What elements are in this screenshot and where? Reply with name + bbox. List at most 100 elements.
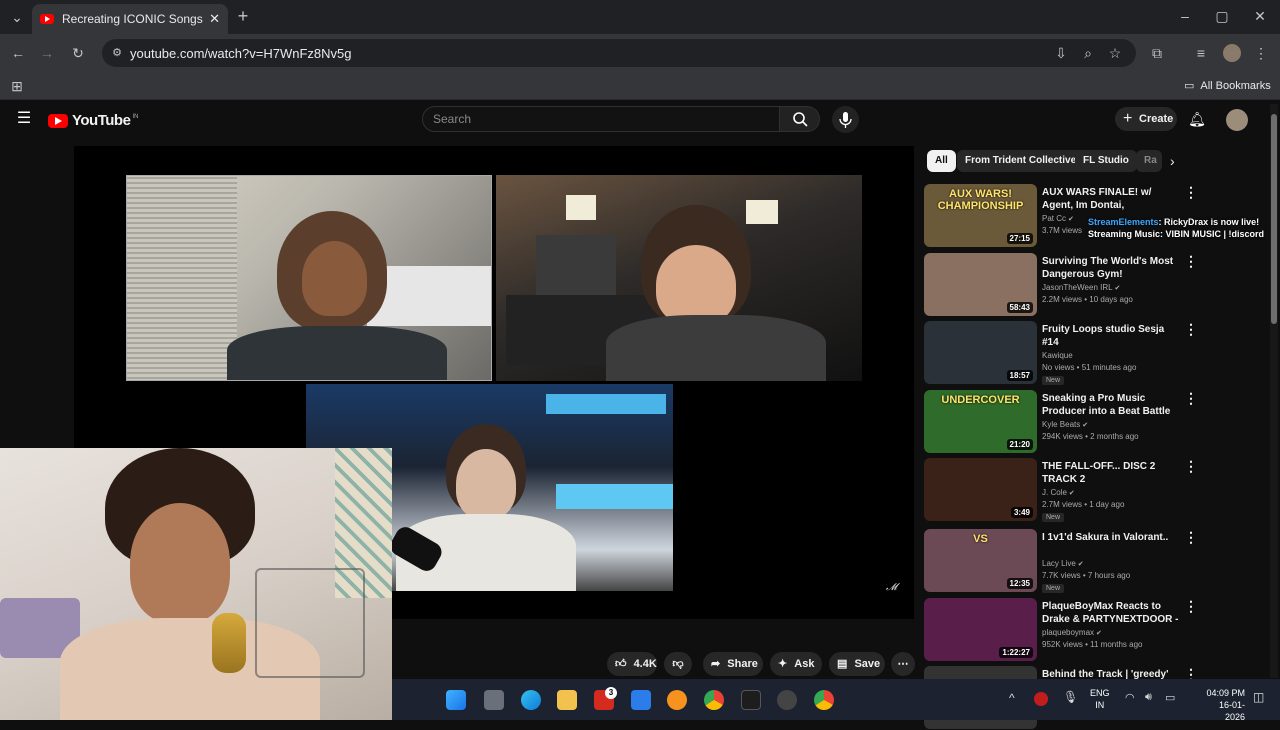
video-title[interactable]: PlaqueBoyMax Reacts to Drake & PARTYNEXT… [1042, 600, 1182, 627]
video-title[interactable]: Sneaking a Pro Music Producer into a Bea… [1042, 392, 1182, 419]
related-video-item[interactable]: 1:22:27 PlaqueBoyMax Reacts to Drake & PA… [924, 598, 1264, 662]
related-video-item[interactable]: 58:43 Surviving The World's Most Dangerou… [924, 253, 1264, 317]
tab-search-chevron-icon[interactable]: ⌄ [8, 9, 26, 25]
site-info-icon[interactable]: ⚙ [108, 45, 126, 61]
chip-from-trident-collective[interactable]: From Trident Collective [957, 150, 1085, 172]
window-close-icon[interactable]: ✕ [1251, 8, 1269, 24]
share-button[interactable]: ➦ Share [703, 652, 763, 676]
video-thumbnail[interactable]: UNDERCOVER 21:20 [924, 390, 1037, 453]
dislike-button[interactable]: 👎︎ [664, 652, 692, 676]
tray-microphone-icon[interactable]: 🎙︎ [1063, 690, 1078, 704]
chrome-profile-icon[interactable] [814, 690, 834, 710]
video-menu-icon[interactable]: ⋮ [1184, 253, 1198, 270]
video-duration: 3:49 [1010, 507, 1033, 518]
all-bookmarks-button[interactable]: ▭ All Bookmarks [1184, 79, 1271, 93]
chip-fl-studio[interactable]: FL Studio [1075, 150, 1137, 172]
account-avatar[interactable] [1226, 109, 1248, 131]
like-button[interactable]: 👍︎ 4.4K [607, 652, 657, 676]
video-thumbnail[interactable]: VS 12:35 [924, 529, 1037, 592]
clock[interactable]: 04:09 PM 16-01-2026 [1200, 687, 1245, 723]
video-channel[interactable]: plaqueboymax ✔ [1042, 628, 1102, 637]
video-thumbnail[interactable]: 18:57 [924, 321, 1037, 384]
video-title[interactable]: I 1v1'd Sakura in Valorant.. [1042, 531, 1182, 544]
task-view-icon[interactable] [484, 690, 504, 710]
video-channel[interactable]: Lacy Live ✔ [1042, 559, 1084, 568]
address-bar[interactable]: ⚙ youtube.com/watch?v=H7WnFz8Nv5g ⇩ ⌕ ☆ [102, 39, 1136, 67]
video-channel[interactable]: Kyle Beats ✔ [1042, 420, 1088, 429]
video-thumbnail[interactable]: 1:22:27 [924, 598, 1037, 661]
video-menu-icon[interactable]: ⋮ [1184, 598, 1198, 615]
minimize-icon[interactable]: – [1176, 8, 1194, 24]
video-title[interactable]: Fruity Loops studio Sesja #14 [1042, 323, 1182, 349]
thumbnail-text: AUX WARS! CHAMPIONSHIP [937, 188, 1024, 212]
windows-start-icon[interactable] [446, 690, 466, 710]
tray-app-icon[interactable] [1034, 692, 1048, 706]
video-menu-icon[interactable]: ⋮ [1184, 184, 1198, 201]
video-channel[interactable]: J. Cole ✔ [1042, 488, 1075, 497]
video-channel[interactable]: Kawique [1042, 351, 1073, 360]
video-menu-icon[interactable]: ⋮ [1184, 458, 1198, 475]
video-channel[interactable]: JasonTheWeen IRL ✔ [1042, 283, 1120, 292]
tab-close-icon[interactable]: ✕ [209, 11, 220, 27]
install-app-icon[interactable]: ⇩ [1052, 45, 1070, 61]
file-explorer-icon[interactable] [557, 690, 577, 710]
related-video-item[interactable]: 3:49 THE FALL-OFF... DISC 2 TRACK 2 J. Col… [924, 458, 1264, 522]
stream-overlay-line1: StreamElements: RickyDrax is now live! [1088, 217, 1259, 227]
notifications-bell-icon[interactable]: 🔔︎ [1188, 111, 1206, 127]
wifi-icon[interactable]: ◠ [1125, 691, 1135, 704]
back-icon[interactable]: ← [9, 45, 27, 61]
search-button[interactable] [780, 106, 820, 132]
video-thumbnail[interactable]: AUX WARS! CHAMPIONSHIP 27:15 [924, 184, 1037, 247]
app-icon[interactable] [741, 690, 761, 710]
video-thumbnail[interactable]: 58:43 [924, 253, 1037, 316]
bookmark-star-icon[interactable]: ☆ [1106, 45, 1124, 61]
hamburger-menu-icon[interactable]: ☰ [15, 111, 33, 127]
notification-center-icon[interactable]: ◫ [1253, 690, 1264, 704]
related-video-item[interactable]: 18:57 Fruity Loops studio Sesja #14 Kawiqu… [924, 321, 1264, 385]
tray-overflow-chevron-icon[interactable]: ^ [1009, 691, 1015, 705]
browser-tab[interactable]: Recreating ICONIC Songs With ✕ [32, 4, 228, 34]
chrome-icon[interactable] [704, 690, 724, 710]
search-input[interactable]: Search [422, 106, 780, 132]
video-meta: 294K views • 2 months ago [1042, 432, 1139, 441]
fl-studio-icon[interactable] [667, 690, 687, 710]
extensions-icon[interactable]: ⧉ [1148, 45, 1166, 61]
obs-icon[interactable] [777, 690, 797, 710]
video-menu-icon[interactable]: ⋮ [1184, 529, 1198, 546]
page-scrollbar-thumb[interactable] [1271, 114, 1277, 324]
volume-icon[interactable]: 🔊︎ [1145, 691, 1152, 704]
video-title[interactable]: Surviving The World's Most Dangerous Gym… [1042, 255, 1182, 281]
more-actions-button[interactable]: ⋯ [891, 652, 915, 676]
apps-grid-icon[interactable]: ⊞ [8, 78, 26, 94]
forward-icon[interactable]: → [38, 45, 56, 61]
related-video-item[interactable]: UNDERCOVER 21:20 Sneaking a Pro Music Prod… [924, 390, 1264, 454]
vscode-icon[interactable] [631, 690, 651, 710]
video-title[interactable]: AUX WARS FINALE! w/ Agent, Im Dontai, Pl… [1042, 186, 1182, 213]
zoom-icon[interactable]: ⌕ [1079, 45, 1097, 61]
related-video-item[interactable]: VS 12:35 I 1v1'd Sakura in Valorant.. Lacy … [924, 529, 1264, 593]
ask-button[interactable]: ✦ Ask [770, 652, 822, 676]
video-title[interactable]: THE FALL-OFF... DISC 2 TRACK 2 [1042, 460, 1182, 486]
chip-truncated[interactable]: Ra [1136, 150, 1162, 172]
maximize-icon[interactable]: ▢ [1213, 8, 1231, 24]
new-tab-icon[interactable]: + [234, 7, 252, 25]
media-control-icon[interactable]: ≡ [1192, 45, 1210, 61]
video-menu-icon[interactable]: ⋮ [1184, 321, 1198, 338]
video-thumbnail[interactable]: 3:49 [924, 458, 1037, 521]
save-button[interactable]: ▤ Save [829, 652, 885, 676]
youtube-logo[interactable]: YouTube IN [48, 112, 138, 129]
language-indicator[interactable]: ENG IN [1090, 687, 1110, 711]
logo-text: YouTube [72, 112, 131, 129]
voice-search-button[interactable] [832, 106, 859, 133]
menu-kebab-icon[interactable]: ⋮ [1252, 45, 1270, 61]
battery-icon[interactable]: ▭ [1165, 691, 1175, 704]
video-menu-icon[interactable]: ⋮ [1184, 390, 1198, 407]
video-channel[interactable]: Pat Cc ✔ [1042, 214, 1074, 223]
reload-icon[interactable]: ↻ [69, 45, 87, 61]
profile-avatar[interactable] [1223, 44, 1241, 62]
chips-next-chevron-icon[interactable]: › [1170, 153, 1175, 169]
edge-browser-icon[interactable] [521, 690, 541, 710]
create-button[interactable]: + Create [1115, 107, 1177, 131]
chip-all[interactable]: All [927, 150, 956, 172]
sparkle-icon: ✦ [778, 658, 788, 670]
